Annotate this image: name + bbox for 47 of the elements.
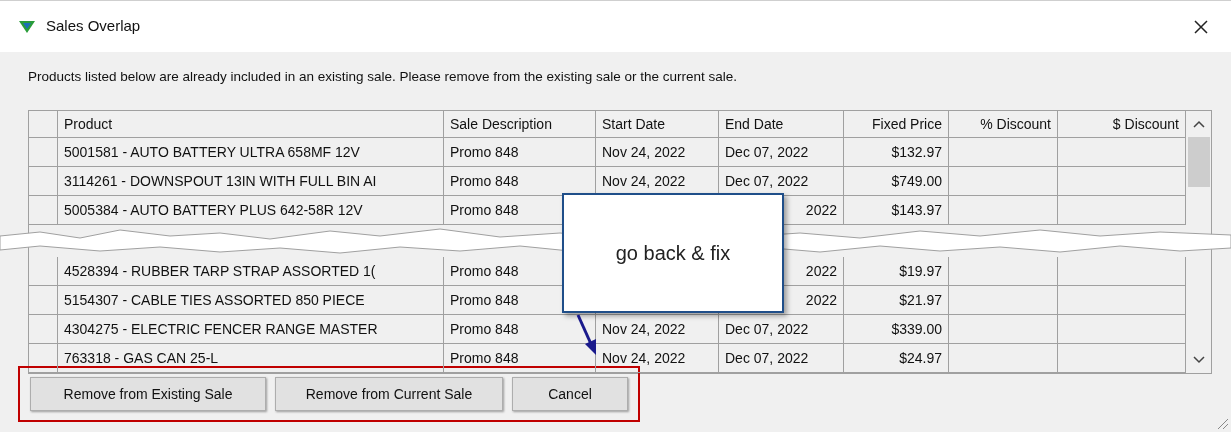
table-cell: Dec 07, 2022 [719,138,844,167]
dialog-button[interactable]: Remove from Existing Sale [30,377,266,411]
column-header[interactable]: Sale Description [444,111,596,138]
row-header-cell[interactable] [29,315,58,344]
table-cell: Nov 24, 2022 [596,315,719,344]
row-header-cell[interactable] [29,167,58,196]
table-cell: 4304275 - ELECTRIC FENCER RANGE MASTER [58,315,444,344]
window-title: Sales Overlap [46,16,141,37]
scroll-up-icon[interactable] [1192,120,1205,128]
callout-arrow [576,314,596,355]
table-cell: $339.00 [844,315,949,344]
table-cell: 5001581 - AUTO BATTERY ULTRA 658MF 12V [58,138,444,167]
table-cell: Dec 07, 2022 [719,344,844,373]
resize-grip-icon [1215,416,1229,430]
table-cell: $749.00 [844,167,949,196]
table-cell: 763318 - GAS CAN 25-L [58,344,444,373]
column-header[interactable]: Fixed Price [844,111,949,138]
row-header-cell[interactable] [29,286,58,315]
dialog-button[interactable]: Remove from Current Sale [275,377,503,411]
table-cell: 5005384 - AUTO BATTERY PLUS 642-58R 12V [58,196,444,225]
column-header[interactable]: $ Discount [1058,111,1186,138]
table-cell: Promo 848 [444,138,596,167]
scroll-down-icon[interactable] [1192,356,1205,364]
row-header-cell[interactable] [29,196,58,225]
table-cell: $19.97 [844,257,949,286]
table-cell: $21.97 [844,286,949,315]
column-header[interactable]: % Discount [949,111,1058,138]
instruction-text: Products listed below are already included in an existing sale. Please remove from the existing sale or the current sale. [28,69,738,84]
table-cell: 5154307 - CABLE TIES ASSORTED 850 PIECE [58,286,444,315]
table-cell: 4528394 - RUBBER TARP STRAP ASSORTED 1( [58,257,444,286]
row-header-cell[interactable] [29,344,58,373]
row-header-cell[interactable] [29,257,58,286]
column-header[interactable]: End Date [719,111,844,138]
table-cell: Nov 24, 2022 [596,138,719,167]
table-cell: $24.97 [844,344,949,373]
column-header[interactable]: Product [58,111,444,138]
table-cell: Dec 07, 2022 [719,315,844,344]
table-cell: $143.97 [844,196,949,225]
table-cell: Nov 24, 2022 [596,344,719,373]
scrollbar-thumb[interactable] [1187,137,1210,187]
dialog-button[interactable]: Cancel [512,377,628,411]
row-header-cell[interactable] [29,138,58,167]
column-header[interactable]: Start Date [596,111,719,138]
close-icon [1193,18,1209,35]
table-cell: $132.97 [844,138,949,167]
app-logo-icon [18,19,36,34]
table-cell: 3114261 - DOWNSPOUT 13IN WITH FULL BIN AI [58,167,444,196]
